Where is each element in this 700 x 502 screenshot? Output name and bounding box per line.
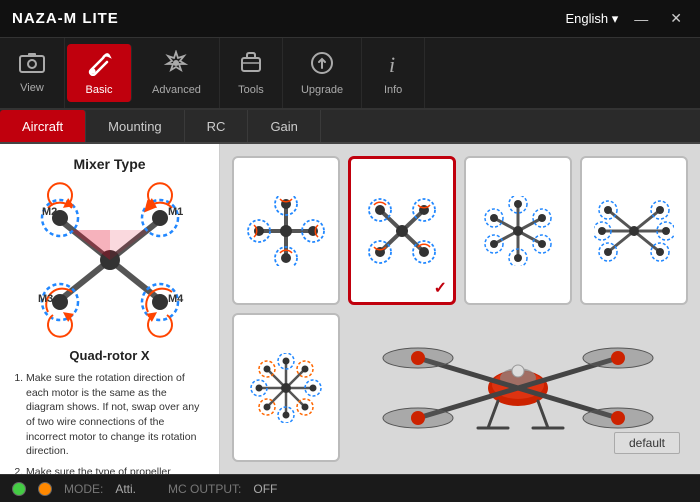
advanced-icon bbox=[163, 50, 189, 80]
nav-advanced-label: Advanced bbox=[152, 84, 201, 96]
quad-diagram: M1 M2 M3 M4 bbox=[20, 180, 200, 340]
right-panel: ✓ bbox=[220, 144, 700, 474]
status-bar: MODE: Atti. MC OUTPUT: OFF bbox=[0, 474, 700, 502]
nav-upgrade-label: Upgrade bbox=[301, 84, 343, 96]
mc-output-label: MC OUTPUT: bbox=[168, 482, 241, 496]
tab-mounting[interactable]: Mounting bbox=[86, 110, 184, 142]
config-hex-2[interactable] bbox=[580, 156, 688, 305]
nav-info[interactable]: i Info bbox=[362, 38, 425, 108]
nav-tools[interactable]: Tools bbox=[220, 38, 283, 108]
nav-upgrade[interactable]: Upgrade bbox=[283, 38, 362, 108]
app-title: NAZA-M LITE bbox=[12, 10, 119, 27]
tab-rc[interactable]: RC bbox=[185, 110, 249, 142]
sub-tabs: Aircraft Mounting RC Gain bbox=[0, 110, 700, 144]
mixer-type-title: Mixer Type bbox=[12, 156, 207, 172]
nav-info-label: Info bbox=[384, 84, 402, 96]
nav-view-label: View bbox=[20, 82, 44, 94]
svg-text:M2: M2 bbox=[42, 206, 57, 218]
view-icon bbox=[18, 52, 46, 78]
tab-aircraft[interactable]: Aircraft bbox=[0, 110, 86, 142]
instruction-2: Make sure the type of propeller matches … bbox=[26, 465, 207, 474]
instructions: Make sure the rotation direction of each… bbox=[12, 371, 207, 474]
svg-text:M3: M3 bbox=[38, 293, 53, 305]
drone-image-area: default bbox=[348, 313, 688, 462]
upgrade-icon bbox=[309, 50, 335, 80]
selected-checkmark: ✓ bbox=[434, 278, 447, 298]
language-selector[interactable]: English ▾ bbox=[565, 11, 618, 27]
nav-basic[interactable]: Basic bbox=[67, 44, 132, 102]
instruction-1: Make sure the rotation direction of each… bbox=[26, 371, 207, 459]
nav-basic-label: Basic bbox=[86, 84, 113, 96]
status-dot-green bbox=[12, 482, 26, 496]
quad-rotor-label: Quad-rotor X bbox=[12, 348, 207, 363]
nav-bar: View Basic Advanced Tools bbox=[0, 38, 700, 110]
minimize-button[interactable]: — bbox=[628, 9, 654, 29]
svg-text:i: i bbox=[389, 52, 395, 76]
nav-advanced[interactable]: Advanced bbox=[134, 38, 220, 108]
mode-label: MODE: bbox=[64, 482, 103, 496]
default-button[interactable]: default bbox=[614, 432, 680, 454]
basic-icon bbox=[85, 50, 113, 80]
config-quad-x[interactable]: ✓ bbox=[348, 156, 456, 305]
nav-tools-label: Tools bbox=[238, 84, 264, 96]
close-button[interactable]: ✕ bbox=[664, 8, 688, 29]
status-dot-orange bbox=[38, 482, 52, 496]
left-panel: Mixer Type M1 bbox=[0, 144, 220, 474]
svg-text:M4: M4 bbox=[168, 293, 184, 305]
mode-value: Atti. bbox=[115, 482, 136, 496]
nav-view[interactable]: View bbox=[0, 38, 65, 108]
main-content: Mixer Type M1 bbox=[0, 144, 700, 474]
config-quad-plus[interactable] bbox=[232, 156, 340, 305]
tab-gain[interactable]: Gain bbox=[248, 110, 320, 142]
svg-text:M1: M1 bbox=[168, 206, 183, 218]
mc-output-value: OFF bbox=[253, 482, 277, 496]
config-hex-1[interactable] bbox=[464, 156, 572, 305]
info-icon: i bbox=[380, 50, 406, 80]
title-bar: NAZA-M LITE English ▾ — ✕ bbox=[0, 0, 700, 38]
title-bar-controls: English ▾ — ✕ bbox=[565, 8, 688, 29]
config-octo[interactable] bbox=[232, 313, 340, 462]
tools-icon bbox=[238, 50, 264, 80]
